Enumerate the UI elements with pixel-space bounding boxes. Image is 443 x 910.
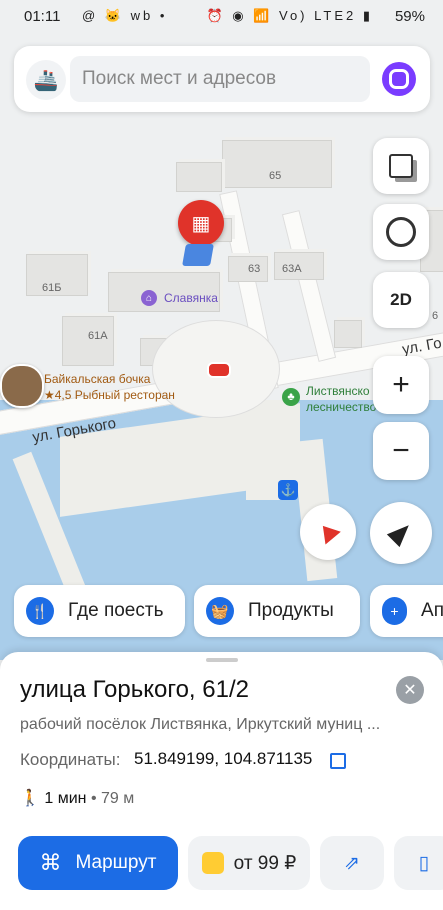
building-pin-icon[interactable]: ▦ [178, 200, 224, 246]
label-61a: 61А [88, 330, 108, 342]
view-2d-button[interactable]: 2D [373, 272, 429, 328]
walk-time: 1 мин [44, 790, 87, 807]
search-bar[interactable]: 🚢 Поиск мест и адресов [14, 46, 430, 112]
place-title: улица Горького, 61/2 [20, 676, 249, 703]
anchor-icon[interactable]: ⚓ [278, 480, 298, 500]
label-61b: 61Б [42, 282, 62, 294]
road-minor [281, 210, 337, 362]
status-time: 01:11 [24, 8, 61, 25]
layers-icon [389, 154, 413, 178]
selected-point-dot [207, 362, 231, 378]
zoom-out-button[interactable]: − [373, 422, 429, 480]
poi-slavyanka-label[interactable]: Славянка [164, 291, 218, 305]
plus-icon: + [382, 597, 408, 625]
walk-info: 🚶 1 мин • 79 м [20, 788, 134, 808]
route-icon: ⌘ [39, 850, 62, 875]
status-bar: 01:11 @ 🐱 wb • ⏰ ◉ 📶 Vo) LTE2 ▮ 59% [0, 0, 443, 34]
search-input[interactable]: Поиск мест и адресов [70, 56, 370, 102]
poi-restaurant-rating: ★4,5 Рыбный ресторан [44, 388, 175, 402]
taxi-price: от 99 ₽ [233, 852, 297, 874]
walk-icon: 🚶 [20, 790, 40, 807]
chip-groceries[interactable]: 🧺 Продукты [194, 585, 360, 637]
bookmark-button[interactable]: ▯ [394, 836, 443, 890]
basket-icon: 🧺 [206, 597, 234, 625]
chip-pharmacy[interactable]: + Ап [370, 585, 443, 637]
chip-label: Продукты [248, 600, 334, 621]
chip-label: Ап [421, 600, 443, 621]
label-65: 65 [269, 170, 282, 182]
coordinates-value[interactable]: 51.849199, 104.871135 [134, 749, 312, 769]
hotel-icon[interactable]: ⌂ [141, 290, 157, 306]
camera-mode-button[interactable] [373, 204, 429, 260]
share-icon: ⇗ [344, 852, 360, 874]
signal-icons: ⏰ ◉ 📶 Vo) LTE2 ▮ [206, 8, 373, 23]
entrance-icon [182, 244, 214, 266]
my-location-button[interactable] [370, 502, 432, 564]
poi-forest-label[interactable]: Листвянско [306, 384, 370, 398]
share-button[interactable]: ⇗ [320, 836, 384, 890]
coordinates-label: Координаты: [20, 750, 121, 769]
sheet-handle[interactable] [206, 658, 238, 662]
chip-label: Где поесть [68, 600, 164, 621]
search-placeholder: Поиск мест и адресов [82, 68, 277, 89]
alice-icon[interactable] [382, 62, 416, 96]
fork-knife-icon: 🍴 [26, 597, 54, 625]
boat-icon[interactable]: 🚢 [26, 60, 66, 100]
building [176, 162, 222, 192]
copy-icon[interactable] [330, 753, 346, 769]
route-label: Маршрут [75, 852, 157, 873]
label-63: 63 [248, 263, 261, 275]
bookmark-icon: ▯ [418, 852, 430, 874]
building [334, 320, 362, 348]
battery-level: 59% [394, 8, 425, 25]
taxi-button[interactable]: от 99 ₽ [188, 836, 310, 890]
place-subtitle: рабочий посёлок Листвянка, Иркутский мун… [20, 716, 381, 733]
layers-button[interactable] [373, 138, 429, 194]
navigation-arrow-icon [386, 518, 416, 548]
notification-icons: @ 🐱 wb • [82, 8, 168, 23]
map-canvas[interactable]: 65 61Б 63 63А 61А 6 ул. Горького ул. Го … [0, 120, 443, 660]
place-card[interactable]: улица Горького, 61/2 ✕ рабочий посёлок Л… [0, 652, 443, 910]
route-button[interactable]: ⌘ Маршрут [18, 836, 178, 890]
poi-forest-label2: лесничество [306, 400, 377, 414]
close-icon[interactable]: ✕ [396, 676, 424, 704]
compass-icon [315, 519, 341, 545]
ring-icon [386, 217, 416, 247]
walk-distance: • 79 м [90, 790, 135, 807]
zoom-in-button[interactable]: + [373, 356, 429, 414]
compass-button[interactable] [300, 504, 356, 560]
label-6: 6 [432, 310, 439, 322]
chip-where-to-eat[interactable]: 🍴 Где поесть [14, 585, 185, 637]
forest-icon[interactable]: ♣ [282, 388, 300, 406]
restaurant-avatar[interactable] [0, 364, 44, 408]
poi-restaurant-name[interactable]: Байкальская бочка [44, 372, 150, 386]
taxi-icon [201, 852, 224, 874]
label-63a: 63А [282, 263, 302, 275]
